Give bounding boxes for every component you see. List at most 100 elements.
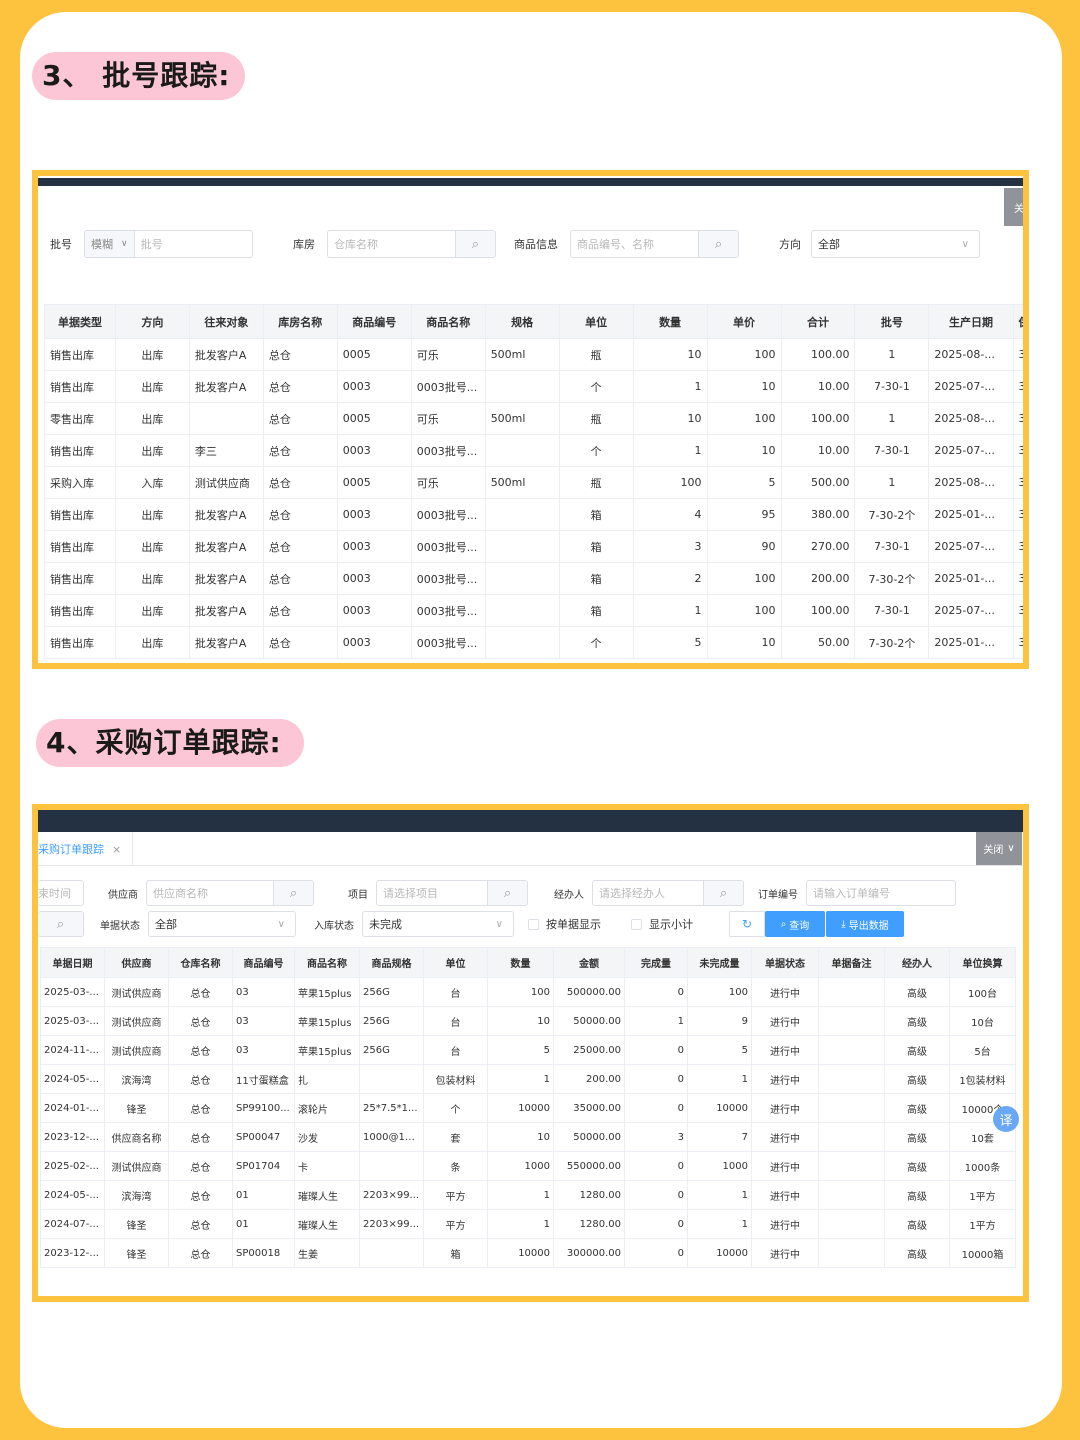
table-row[interactable]: 2025-03-... 测试供应商 总仓 03 苹果15plus 256G 台 10 50000… [40, 1006, 1016, 1036]
column-header[interactable]: 供应商 [104, 947, 169, 978]
search-icon[interactable]: ⌕ [698, 231, 738, 257]
column-header[interactable]: 单位换算 [949, 947, 1016, 978]
close-icon[interactable]: × [112, 843, 121, 856]
table-cell: 出库 [114, 434, 190, 467]
column-header[interactable]: 往来对象 [188, 304, 264, 339]
search-icon[interactable]: ⌕ [487, 881, 527, 905]
table-cell: 总仓 [262, 498, 338, 531]
column-header[interactable]: 商品编号 [336, 304, 412, 339]
column-header[interactable]: 单据日期 [40, 947, 105, 978]
project-label: 项目 [348, 889, 368, 901]
chevron-down-icon: ∨ [121, 239, 128, 249]
column-header[interactable]: 合计 [780, 304, 856, 339]
tab-purchase-order-tracking[interactable]: 采购订单跟踪 × [38, 832, 133, 866]
table-row[interactable]: 2024-11-... 测试供应商 总仓 03 苹果15plus 256G 台 5 25000.… [40, 1035, 1016, 1065]
table-cell: 高级 [884, 1180, 950, 1210]
handler-input[interactable]: 请选择经办人 ⌕ [592, 880, 744, 906]
table-row[interactable]: 零售出库 出库 总仓 0005 可乐 500ml 瓶 10 100 100.00 1 2025-08-… [44, 402, 1023, 435]
table-row[interactable]: 销售出库 出库 批发客户A 总仓 0003 0003批号... 个 5 10 50.00 7-30-… [44, 626, 1023, 659]
table-cell: 高级 [884, 1064, 950, 1094]
table-row[interactable]: 销售出库 出库 李三 总仓 0003 0003批号... 个 1 10 10.00 7-30-1 20… [44, 434, 1023, 467]
end-time-input[interactable]: 束时间 [38, 880, 84, 906]
search-icon[interactable]: ⌕ [703, 881, 743, 905]
export-button[interactable]: ⤓ 导出数据 [826, 911, 904, 937]
table-cell [484, 530, 560, 563]
column-header[interactable]: 规格 [484, 304, 560, 339]
close-tab[interactable]: 关 [1004, 188, 1023, 226]
table-row[interactable]: 2023-12-... 锋圣 总仓 SP00018 生姜箱 10000 300000.00 0… [40, 1238, 1016, 1268]
table-row[interactable]: 2024-07-... 锋圣 总仓 01 璀璨人生 2203×99... 平方 1 1280.0… [40, 1209, 1016, 1239]
table-cell: 3 [1012, 370, 1023, 403]
column-header[interactable]: 商品名称 [410, 304, 486, 339]
table-cell [818, 1093, 885, 1123]
column-header[interactable]: 单据备注 [818, 947, 885, 978]
column-header[interactable]: 仓库名称 [168, 947, 233, 978]
table-cell: 2024-05-... [40, 1180, 105, 1210]
column-header[interactable]: 单位 [558, 304, 634, 339]
column-header[interactable]: 生产日期 [928, 304, 1014, 339]
translate-icon[interactable]: 译 [993, 1106, 1019, 1132]
table-row[interactable]: 2024-05-... 滨海湾 总仓 01 璀璨人生 2203×99... 平方 1 1280.… [40, 1180, 1016, 1210]
column-header[interactable]: 商品编号 [232, 947, 295, 978]
search-icon[interactable]: ⌕ [455, 231, 495, 257]
batch-input[interactable]: 模糊 ∨ 批号 [84, 230, 253, 258]
column-header[interactable]: 未完成量 [687, 947, 752, 978]
column-header[interactable]: 金额 [553, 947, 625, 978]
table-row[interactable]: 2025-03-... 测试供应商 总仓 03 苹果15plus 256G 台 100 5000… [40, 977, 1016, 1007]
column-header[interactable]: 单价 [706, 304, 782, 339]
table-row[interactable]: 2024-05-... 滨海湾 总仓 11寸蛋糕盒扎包装材料 1 200.00 0 1 进行中高… [40, 1064, 1016, 1094]
table-row[interactable]: 采购入库 入库 测试供应商 总仓 0005 可乐 500ml 瓶 100 5 500.00 1 2025… [44, 466, 1023, 499]
table-row[interactable]: 销售出库 出库 批发客户A 总仓 0003 0003批号... 箱 4 95 380.00 7-30… [44, 498, 1023, 531]
column-header[interactable]: 商品规格 [359, 947, 424, 978]
search-icon[interactable]: ⌕ [273, 881, 313, 905]
product-info-input[interactable]: 商品编号、名称 ⌕ [570, 230, 739, 258]
table-row[interactable]: 销售出库 出库 批发客户A 总仓 0003 0003批号... 箱 3 90 270.00 7-30… [44, 530, 1023, 563]
warehouse-input[interactable]: 仓库名称 ⌕ [327, 230, 496, 258]
by-doc-checkbox[interactable]: 按单据显示 [528, 916, 601, 932]
table-row[interactable]: 销售出库 出库 批发客户A 总仓 0003 0003批号... 个 1 10 10.00 7-30-… [44, 370, 1023, 403]
direction-select[interactable]: 全部 ∨ [811, 230, 980, 258]
table-row[interactable]: 销售出库 出库 批发客户A 总仓 0005 可乐 500ml 瓶 10 100 100.00 1 202… [44, 338, 1023, 371]
table-cell: 4 [632, 498, 708, 531]
supplier-input[interactable]: 供应商名称 ⌕ [146, 880, 314, 906]
close-tabs-button[interactable]: 关闭 ∨ [976, 832, 1022, 865]
project-input[interactable]: 请选择项目 ⌕ [376, 880, 528, 906]
table-cell: 进行中 [751, 1151, 819, 1181]
table-row[interactable]: 销售出库 出库 批发客户A 总仓 0003 0003批号... 箱 1 100 100.00 7-3… [44, 594, 1023, 627]
order-filter-row-2: ⌕ 单据状态 全部 ∨ 入库状态 未完成 ∨ 按单据显示 显示小计 ↻ ⌕ 查询 … [38, 911, 904, 937]
column-header[interactable]: 数量 [632, 304, 708, 339]
stock-status-select[interactable]: 未完成 ∨ [362, 911, 514, 937]
order-no-input[interactable]: 请输入订单编号 [806, 880, 956, 906]
table-row[interactable]: 销售出库 出库 批发客户A 总仓 0003 0003批号... 箱 2 100 200.00 7-3… [44, 562, 1023, 595]
column-header[interactable]: 单位 [423, 947, 488, 978]
column-header[interactable]: 单据状态 [751, 947, 819, 978]
column-header[interactable]: 保质 [1012, 304, 1023, 339]
query-button[interactable]: ⌕ 查询 [765, 911, 825, 937]
column-header[interactable]: 商品名称 [294, 947, 360, 978]
column-header[interactable]: 方向 [114, 304, 190, 339]
refresh-button[interactable]: ↻ [729, 911, 765, 937]
column-header[interactable]: 数量 [487, 947, 554, 978]
table-cell: 1 [687, 1064, 752, 1094]
table-cell: 100 [706, 402, 782, 435]
table-cell: 50000.00 [553, 1122, 625, 1152]
table-cell: 总仓 [262, 530, 338, 563]
time-search-button[interactable]: ⌕ [38, 911, 84, 937]
column-header[interactable]: 库房名称 [262, 304, 338, 339]
batch-mode-select[interactable]: 模糊 ∨ [85, 231, 135, 257]
table-row[interactable]: 2023-12-... 供应商名称 总仓 SP00047 沙发 1000@10... 套 10… [40, 1122, 1016, 1152]
column-header[interactable]: 单据类型 [44, 304, 116, 339]
column-header[interactable]: 经办人 [884, 947, 950, 978]
table-cell: 1 [487, 1209, 554, 1239]
table-row[interactable]: 2024-01-... 锋圣 总仓 SP99100... 滚轮片 25*7.5*1... 个… [40, 1093, 1016, 1123]
table-cell: 2023-12-... [40, 1122, 105, 1152]
subtotal-checkbox[interactable]: 显示小计 [631, 916, 693, 932]
table-cell: 2025-03-... [40, 977, 105, 1007]
table-cell: 箱 [423, 1238, 488, 1268]
doc-status-select[interactable]: 全部 ∨ [148, 911, 296, 937]
column-header[interactable]: 批号 [854, 304, 930, 339]
table-cell: 2025-07-... [928, 370, 1014, 403]
checkbox-icon [528, 918, 539, 930]
column-header[interactable]: 完成量 [624, 947, 688, 978]
table-row[interactable]: 2025-02-... 测试供应商 总仓 SP01704 卡条 1000 550000.00… [40, 1151, 1016, 1181]
